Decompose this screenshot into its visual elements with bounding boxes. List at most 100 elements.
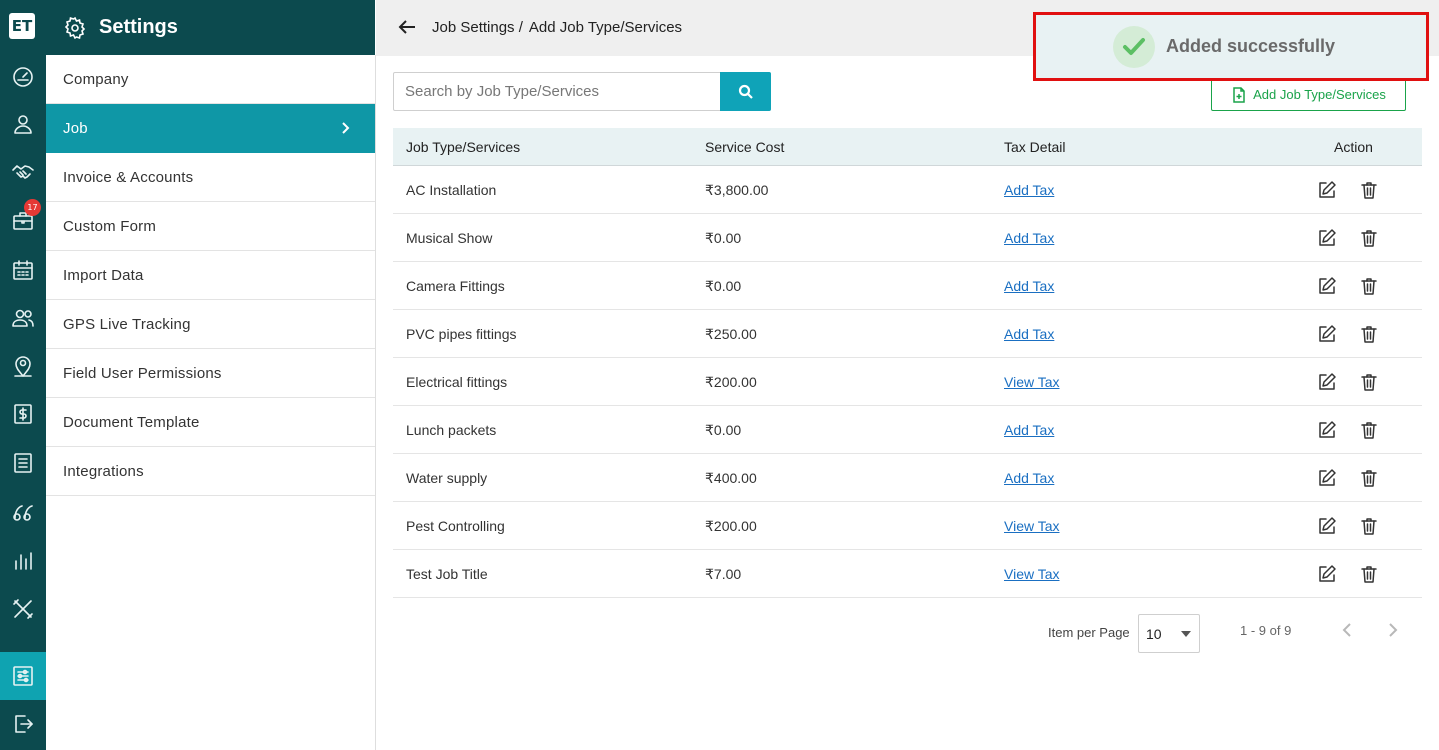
previous-page-button[interactable] [1339, 621, 1357, 639]
table-row: Musical Show ₹0.00 Add Tax [393, 214, 1422, 262]
table-row: AC Installation ₹3,800.00 Add Tax [393, 166, 1422, 214]
menu-item-custom-form[interactable]: Custom Form [46, 202, 375, 251]
table-row: Lunch packets ₹0.00 Add Tax [393, 406, 1422, 454]
logout-icon[interactable] [0, 706, 46, 742]
items-per-page-select[interactable]: 10 [1138, 614, 1200, 653]
menu-item-document-template[interactable]: Document Template [46, 398, 375, 447]
header-tax: Tax Detail [1004, 139, 1066, 155]
trash-icon[interactable] [1359, 516, 1378, 536]
menu-item-import-data[interactable]: Import Data [46, 251, 375, 300]
settings-title: Settings [99, 16, 178, 38]
cell-cost: ₹0.00 [705, 422, 742, 438]
edit-icon[interactable] [1317, 468, 1337, 488]
header-service: Job Type/Services [406, 139, 521, 155]
trash-icon[interactable] [1359, 420, 1378, 440]
add-job-type-button[interactable]: Add Job Type/Services [1211, 78, 1406, 111]
menu-item-integrations[interactable]: Integrations [46, 447, 375, 496]
menu-item-company[interactable]: Company [46, 55, 375, 104]
edit-icon[interactable] [1317, 564, 1337, 584]
table-row: Pest Controlling ₹200.00 View Tax [393, 502, 1422, 550]
header-action: Action [1334, 139, 1373, 155]
list-icon[interactable] [0, 445, 46, 481]
icon-rail: ET 17 [0, 0, 46, 750]
trash-icon[interactable] [1359, 228, 1378, 248]
menu-item-label: Import Data [63, 266, 144, 284]
settings-header: Settings [46, 0, 375, 55]
menu-item-field-user-permissions[interactable]: Field User Permissions [46, 349, 375, 398]
trash-icon[interactable] [1359, 324, 1378, 344]
search-button[interactable] [720, 72, 771, 111]
cell-cost: ₹250.00 [705, 326, 757, 342]
location-user-icon[interactable] [0, 349, 46, 385]
breadcrumb-parent[interactable]: Job Settings / [432, 19, 523, 36]
menu-item-label: Company [63, 70, 129, 88]
menu-item-gps-live-tracking[interactable]: GPS Live Tracking [46, 300, 375, 349]
next-page-button[interactable] [1383, 621, 1401, 639]
tax-link[interactable]: Add Tax [1004, 470, 1054, 486]
table-header: Job Type/Services Service Cost Tax Detai… [393, 128, 1422, 166]
success-toast: Added successfully [1033, 12, 1429, 81]
table-row: Water supply ₹400.00 Add Tax [393, 454, 1422, 502]
table-row: PVC pipes fittings ₹250.00 Add Tax [393, 310, 1422, 358]
users-icon[interactable] [0, 300, 46, 336]
tax-link[interactable]: View Tax [1004, 566, 1060, 582]
tax-link[interactable]: Add Tax [1004, 278, 1054, 294]
cell-service: Musical Show [406, 230, 493, 246]
back-arrow-icon[interactable] [396, 16, 418, 38]
dollar-icon[interactable] [0, 396, 46, 432]
edit-icon[interactable] [1317, 228, 1337, 248]
cell-cost: ₹200.00 [705, 518, 757, 534]
add-job-type-label: Add Job Type/Services [1253, 87, 1386, 102]
tax-link[interactable]: View Tax [1004, 518, 1060, 534]
cell-cost: ₹7.00 [705, 566, 742, 582]
app-logo[interactable]: ET [9, 13, 35, 39]
edit-icon[interactable] [1317, 276, 1337, 296]
tax-link[interactable]: Add Tax [1004, 422, 1054, 438]
table-row: Electrical fittings ₹200.00 View Tax [393, 358, 1422, 406]
dashboard-icon[interactable] [0, 59, 46, 95]
breadcrumb-current: Add Job Type/Services [528, 19, 683, 36]
chevron-right-icon [1389, 623, 1398, 637]
edit-icon[interactable] [1317, 420, 1337, 440]
table-row: Test Job Title ₹7.00 View Tax [393, 550, 1422, 598]
trash-icon[interactable] [1359, 180, 1378, 200]
search-input[interactable] [394, 73, 720, 110]
tax-link[interactable]: View Tax [1004, 374, 1060, 390]
caret-down-icon [1181, 631, 1191, 637]
cell-cost: ₹0.00 [705, 230, 742, 246]
menu-item-invoice-accounts[interactable]: Invoice & Accounts [46, 153, 375, 202]
items-per-page-label: Item per Page [1048, 625, 1130, 640]
settings-sliders-icon[interactable] [0, 652, 46, 700]
handshake-icon[interactable] [0, 154, 46, 190]
menu-item-label: Job [63, 120, 88, 137]
trash-icon[interactable] [1359, 468, 1378, 488]
menu-item-label: Custom Form [63, 217, 157, 235]
edit-icon[interactable] [1317, 372, 1337, 392]
reports-icon[interactable] [0, 543, 46, 579]
leads-icon[interactable] [0, 494, 46, 530]
tax-link[interactable]: Add Tax [1004, 182, 1054, 198]
cell-service: Test Job Title [406, 566, 488, 582]
cell-cost: ₹0.00 [705, 278, 742, 294]
tax-link[interactable]: Add Tax [1004, 230, 1054, 246]
menu-item-label: Field User Permissions [63, 364, 222, 382]
briefcase-icon[interactable]: 17 [0, 199, 46, 239]
trash-icon[interactable] [1359, 372, 1378, 392]
cell-cost: ₹400.00 [705, 470, 757, 486]
menu-item-job[interactable]: Job [46, 104, 375, 153]
trash-icon[interactable] [1359, 276, 1378, 296]
cell-service: Pest Controlling [406, 518, 505, 534]
cell-cost: ₹3,800.00 [705, 182, 769, 198]
user-icon[interactable] [0, 106, 46, 142]
cell-service: Lunch packets [406, 422, 497, 438]
edit-icon[interactable] [1317, 324, 1337, 344]
edit-icon[interactable] [1317, 180, 1337, 200]
trash-icon[interactable] [1359, 564, 1378, 584]
logo-text: ET [11, 17, 33, 35]
edit-icon[interactable] [1317, 516, 1337, 536]
calendar-icon[interactable] [0, 252, 46, 288]
chevron-left-icon [1342, 623, 1351, 637]
tax-link[interactable]: Add Tax [1004, 326, 1054, 342]
cell-service: AC Installation [406, 182, 497, 198]
tools-icon[interactable] [0, 591, 46, 627]
